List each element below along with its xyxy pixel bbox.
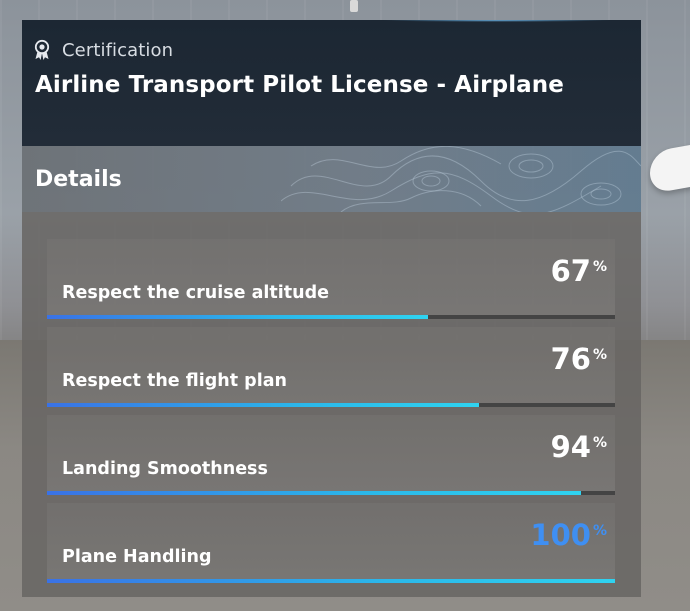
criterion-score: 67 % xyxy=(551,257,607,286)
category-label: Certification xyxy=(62,39,174,61)
score-value: 67 xyxy=(550,254,591,288)
license-title: Airline Transport Pilot License - Airpla… xyxy=(35,72,564,98)
score-value: 76 xyxy=(550,342,591,376)
percent-sign: % xyxy=(592,435,607,451)
details-header: Details xyxy=(22,146,641,212)
criterion-landing-smoothness: Landing Smoothness 94 % xyxy=(47,415,615,495)
criterion-score: 100 % xyxy=(530,521,607,550)
airplane-wingtip xyxy=(650,143,690,195)
topographic-pattern xyxy=(281,146,641,212)
criterion-score: 76 % xyxy=(551,345,607,374)
hangar-light xyxy=(350,0,358,12)
percent-sign: % xyxy=(592,523,607,539)
score-value: 100 xyxy=(530,518,591,552)
panel-header: Certification Airline Transport Pilot Li… xyxy=(22,20,641,146)
certification-category: Certification xyxy=(32,38,173,62)
progress-track xyxy=(47,579,615,583)
score-value: 94 xyxy=(550,430,591,464)
criterion-cruise-altitude: Respect the cruise altitude 67 % xyxy=(47,239,615,319)
criteria-list: Respect the cruise altitude 67 % Respect… xyxy=(47,239,615,591)
progress-fill xyxy=(47,403,479,407)
progress-track xyxy=(47,315,615,319)
criterion-label: Respect the flight plan xyxy=(62,371,287,391)
criterion-score: 94 % xyxy=(551,433,607,462)
progress-track xyxy=(47,403,615,407)
criterion-label: Respect the cruise altitude xyxy=(62,283,330,303)
progress-track xyxy=(47,491,615,495)
certification-panel: Certification Airline Transport Pilot Li… xyxy=(22,20,641,597)
progress-fill xyxy=(47,491,581,495)
progress-fill xyxy=(47,579,615,583)
criterion-plane-handling: Plane Handling 100 % xyxy=(47,503,615,583)
criterion-label: Landing Smoothness xyxy=(62,459,268,479)
criterion-flight-plan: Respect the flight plan 76 % xyxy=(47,327,615,407)
criterion-label: Plane Handling xyxy=(62,547,212,567)
certificate-badge-icon xyxy=(34,39,50,60)
header-glow xyxy=(382,20,612,22)
percent-sign: % xyxy=(592,347,607,363)
progress-fill xyxy=(47,315,428,319)
percent-sign: % xyxy=(592,259,607,275)
details-title: Details xyxy=(35,167,122,192)
